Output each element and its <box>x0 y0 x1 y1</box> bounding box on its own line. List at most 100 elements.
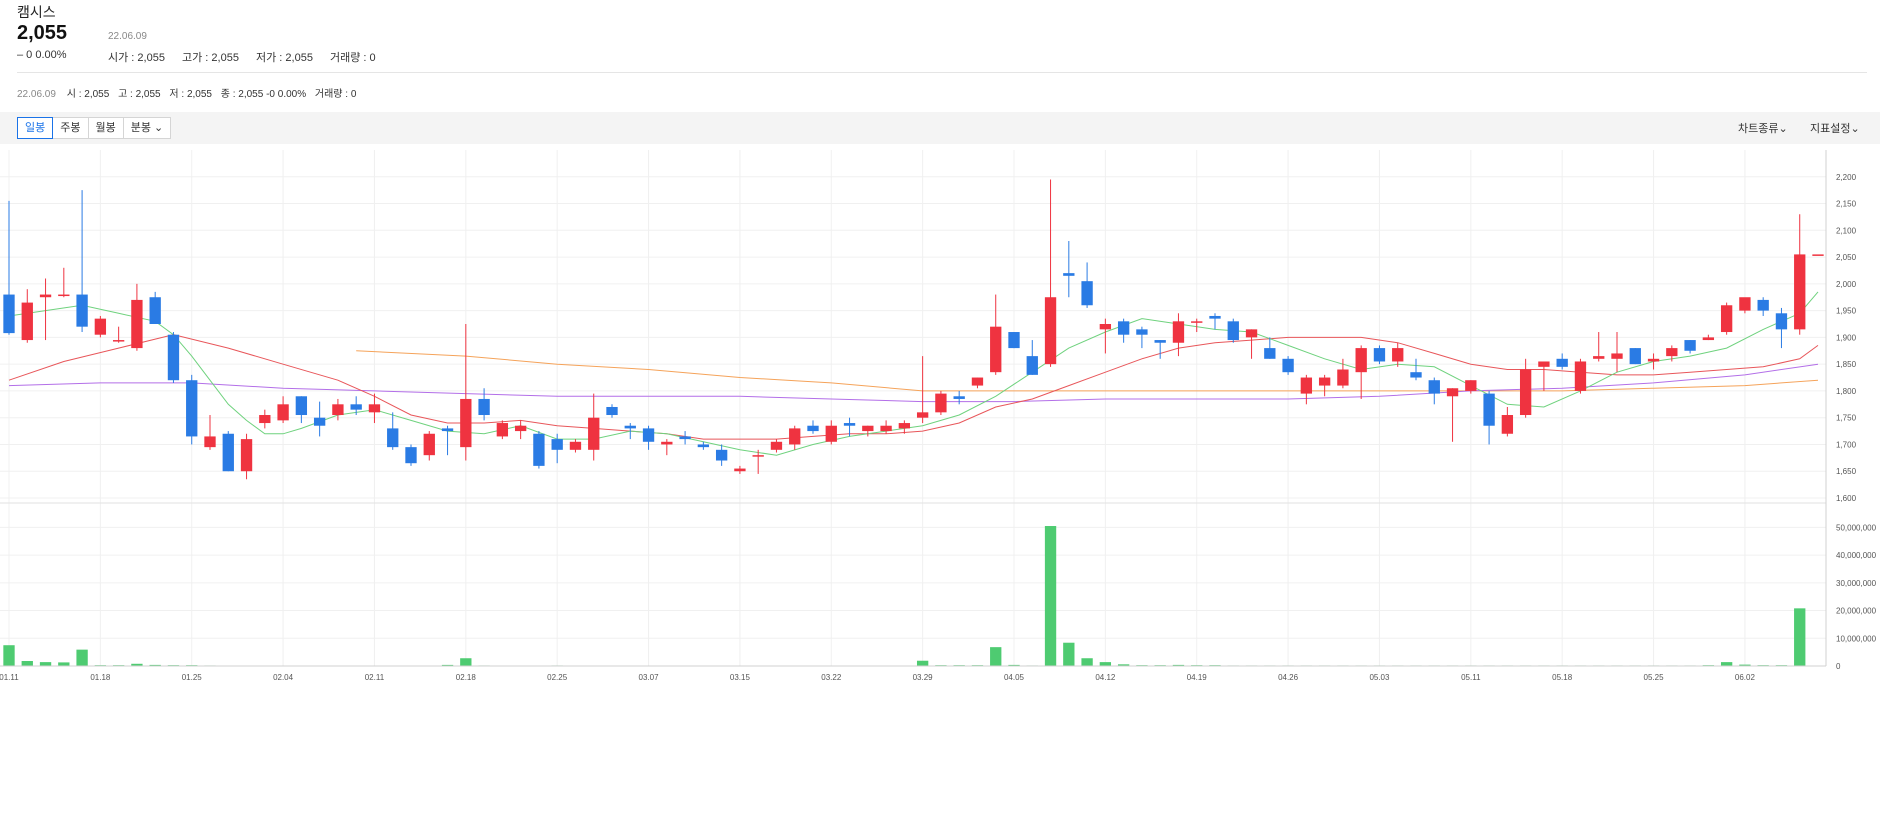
candle-body <box>752 455 764 457</box>
candlestick <box>1720 302 1733 335</box>
candle-body <box>1519 369 1532 416</box>
candle-body <box>387 428 399 448</box>
candle-body <box>1574 361 1587 391</box>
candle-body <box>94 318 107 335</box>
candlestick <box>1702 334 1715 341</box>
candlestick <box>990 294 1002 375</box>
candlestick <box>1538 361 1550 391</box>
date-tick-label: 01.11 <box>0 673 19 682</box>
volume-tick-label: 50,000,000 <box>1836 523 1877 532</box>
candlestick <box>642 425 655 450</box>
price-tick-label: 2,200 <box>1836 173 1857 182</box>
stock-chart[interactable]: 1,600 1,650 1,700 1,750 1,800 1,850 1,900 1,950… <box>0 150 1880 818</box>
candlestick <box>149 291 161 324</box>
candle-body <box>734 468 746 472</box>
date-tick-label: 05.18 <box>1552 673 1573 682</box>
date-tick-label: 03.15 <box>730 673 751 682</box>
volume-bar <box>916 660 929 666</box>
volume-tick-label: 40,000,000 <box>1836 551 1877 560</box>
price-tick-label: 1,750 <box>1836 414 1857 423</box>
candlestick <box>715 444 728 466</box>
candlestick <box>971 377 984 389</box>
candlestick <box>1227 318 1239 343</box>
candle-body <box>1081 281 1093 306</box>
candlestick <box>1209 313 1221 330</box>
tab-minute[interactable]: 분봉 ⌄ <box>122 117 172 139</box>
price-tick-label: 1,900 <box>1836 333 1857 342</box>
date-tick-label: 02.18 <box>456 673 477 682</box>
chart-type-button[interactable]: 차트종류⌄ <box>1738 120 1788 136</box>
candle-body <box>204 436 216 448</box>
candle-body <box>1099 324 1112 330</box>
candle-body <box>1629 348 1641 365</box>
info-volume: 거래량 : 0 <box>314 89 357 100</box>
candlestick <box>1099 318 1112 354</box>
price-tick-label: 2,000 <box>1836 280 1857 289</box>
volume-tick-label: 0 <box>1836 662 1841 671</box>
candle-body <box>58 294 70 297</box>
chart-type-label: 차트종류 <box>1738 123 1779 135</box>
info-open: 시 : 2,055 <box>66 89 110 100</box>
date-tick-label: 04.19 <box>1187 673 1208 682</box>
candlestick <box>94 315 107 338</box>
candle-body <box>1812 254 1824 256</box>
candle-body <box>935 393 947 413</box>
date-tick-label: 02.25 <box>547 673 568 682</box>
candle-body <box>1538 361 1550 367</box>
candlestick <box>1501 406 1514 437</box>
open-price: 시가 : 2,055 <box>108 52 165 64</box>
chevron-down-icon: ⌄ <box>1850 123 1860 135</box>
price-tick-label: 1,650 <box>1836 467 1857 476</box>
candlestick <box>1611 332 1623 373</box>
candlestick <box>167 332 180 383</box>
tab-weekly[interactable]: 주봉 <box>52 117 89 139</box>
candle-body <box>1684 340 1696 351</box>
candlestick <box>825 420 837 445</box>
date-tick-label: 05.03 <box>1369 673 1390 682</box>
candlestick <box>661 439 673 456</box>
candle-body <box>478 398 490 416</box>
candle-body <box>533 433 545 466</box>
indicator-settings-button[interactable]: 지표설정⌄ <box>1810 120 1860 136</box>
candle-body <box>1483 393 1495 426</box>
candle-body <box>1556 358 1568 367</box>
price-tick-label: 2,050 <box>1836 253 1857 262</box>
candle-body <box>1410 372 1422 378</box>
candle-body <box>990 326 1002 373</box>
high-price: 고가 : 2,055 <box>182 52 239 64</box>
candlestick <box>76 190 88 333</box>
info-close: 종 : 2,055 -0 0.00% <box>220 89 307 100</box>
candlestick <box>39 278 52 341</box>
candle-body <box>624 425 636 429</box>
candle-body <box>1739 297 1751 311</box>
price-tick-label: 2,150 <box>1836 200 1857 209</box>
volume-bar <box>21 661 33 666</box>
tab-monthly[interactable]: 월봉 <box>87 117 124 139</box>
volume-bar <box>1794 608 1806 666</box>
candle-body <box>697 444 710 448</box>
candle-body <box>789 428 801 445</box>
info-date: 22.06.09 <box>17 89 56 100</box>
candlestick <box>514 420 527 440</box>
low-price: 저가 : 2,055 <box>256 52 313 64</box>
date-tick-label: 03.29 <box>913 673 934 682</box>
chevron-down-icon: ⌄ <box>1778 123 1788 135</box>
candle-body <box>1702 337 1715 341</box>
candle-body <box>295 396 308 416</box>
candle-body <box>1136 329 1148 335</box>
candle-body <box>715 449 728 461</box>
info-low: 저 : 2,055 <box>169 89 212 100</box>
volume-bar <box>1063 642 1075 666</box>
volume-bar <box>76 649 88 666</box>
candle-body <box>770 441 783 450</box>
candlestick <box>789 425 801 450</box>
date-tick-label: 03.22 <box>821 673 842 682</box>
candle-body <box>843 423 856 426</box>
candlestick <box>332 398 344 421</box>
period-tabs: 일봉 주봉 월봉 분봉 ⌄ <box>17 117 172 139</box>
volume-bar <box>58 662 70 666</box>
candlestick <box>1556 353 1568 370</box>
volume-bar <box>1081 658 1093 666</box>
tab-daily[interactable]: 일봉 <box>17 117 54 139</box>
volume-bar <box>1099 662 1112 666</box>
